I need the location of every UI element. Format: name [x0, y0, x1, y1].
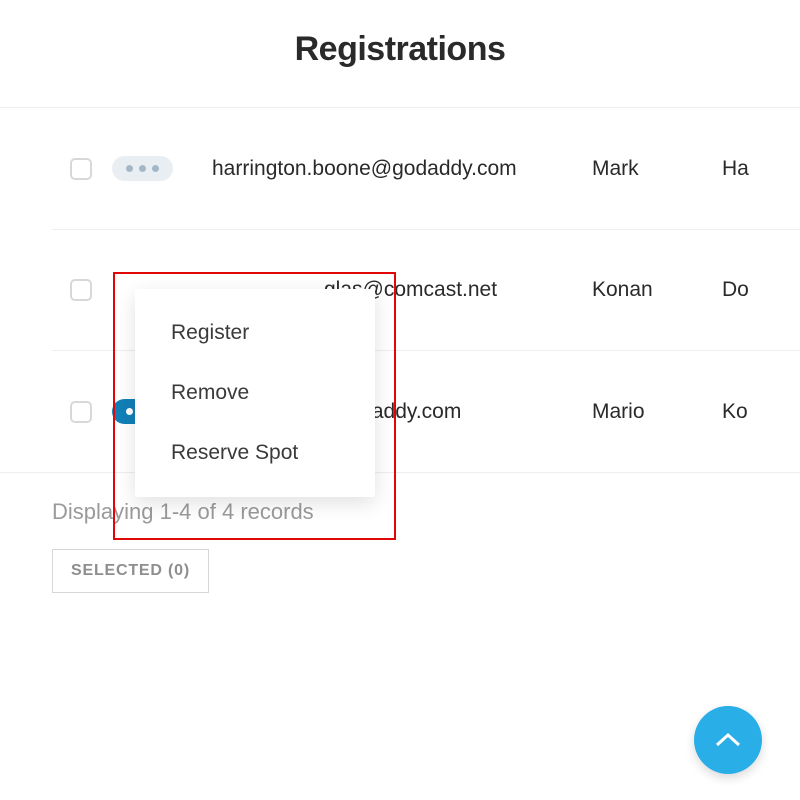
table-footer: Displaying 1-4 of 4 records SELECTED (0) [0, 472, 800, 593]
first-name-cell: Konan [592, 278, 722, 302]
page-title: Registrations [0, 30, 800, 69]
chevron-up-icon [714, 731, 742, 749]
last-name-cell: Ko [722, 400, 800, 424]
actions-cell [112, 156, 212, 181]
records-count-text: Displaying 1-4 of 4 records [52, 499, 800, 525]
checkbox-cell [52, 158, 112, 180]
email-cell: harrington.boone@godaddy.com [212, 157, 592, 181]
row-checkbox[interactable] [70, 279, 92, 301]
page-header: Registrations [0, 0, 800, 108]
last-name-cell: Do [722, 278, 800, 302]
dropdown-item-remove[interactable]: Remove [135, 363, 375, 423]
last-name-cell: Ha [722, 157, 800, 181]
checkbox-cell [52, 401, 112, 423]
checkbox-cell [52, 279, 112, 301]
first-name-cell: Mark [592, 157, 722, 181]
row-actions-menu-button[interactable] [112, 156, 173, 181]
scroll-to-top-button[interactable] [694, 706, 762, 774]
dot-icon [152, 165, 159, 172]
first-name-cell: Mario [592, 400, 722, 424]
row-checkbox[interactable] [70, 158, 92, 180]
dot-icon [139, 165, 146, 172]
selected-count-button[interactable]: SELECTED (0) [52, 549, 209, 593]
dropdown-item-reserve-spot[interactable]: Reserve Spot [135, 423, 375, 483]
row-checkbox[interactable] [70, 401, 92, 423]
registrations-table: harrington.boone@godaddy.com Mark Ha gla… [0, 108, 800, 472]
dot-icon [126, 165, 133, 172]
table-row: harrington.boone@godaddy.com Mark Ha [52, 108, 800, 230]
dot-icon [126, 408, 133, 415]
row-actions-dropdown: Register Remove Reserve Spot [135, 289, 375, 497]
dropdown-item-register[interactable]: Register [135, 303, 375, 363]
